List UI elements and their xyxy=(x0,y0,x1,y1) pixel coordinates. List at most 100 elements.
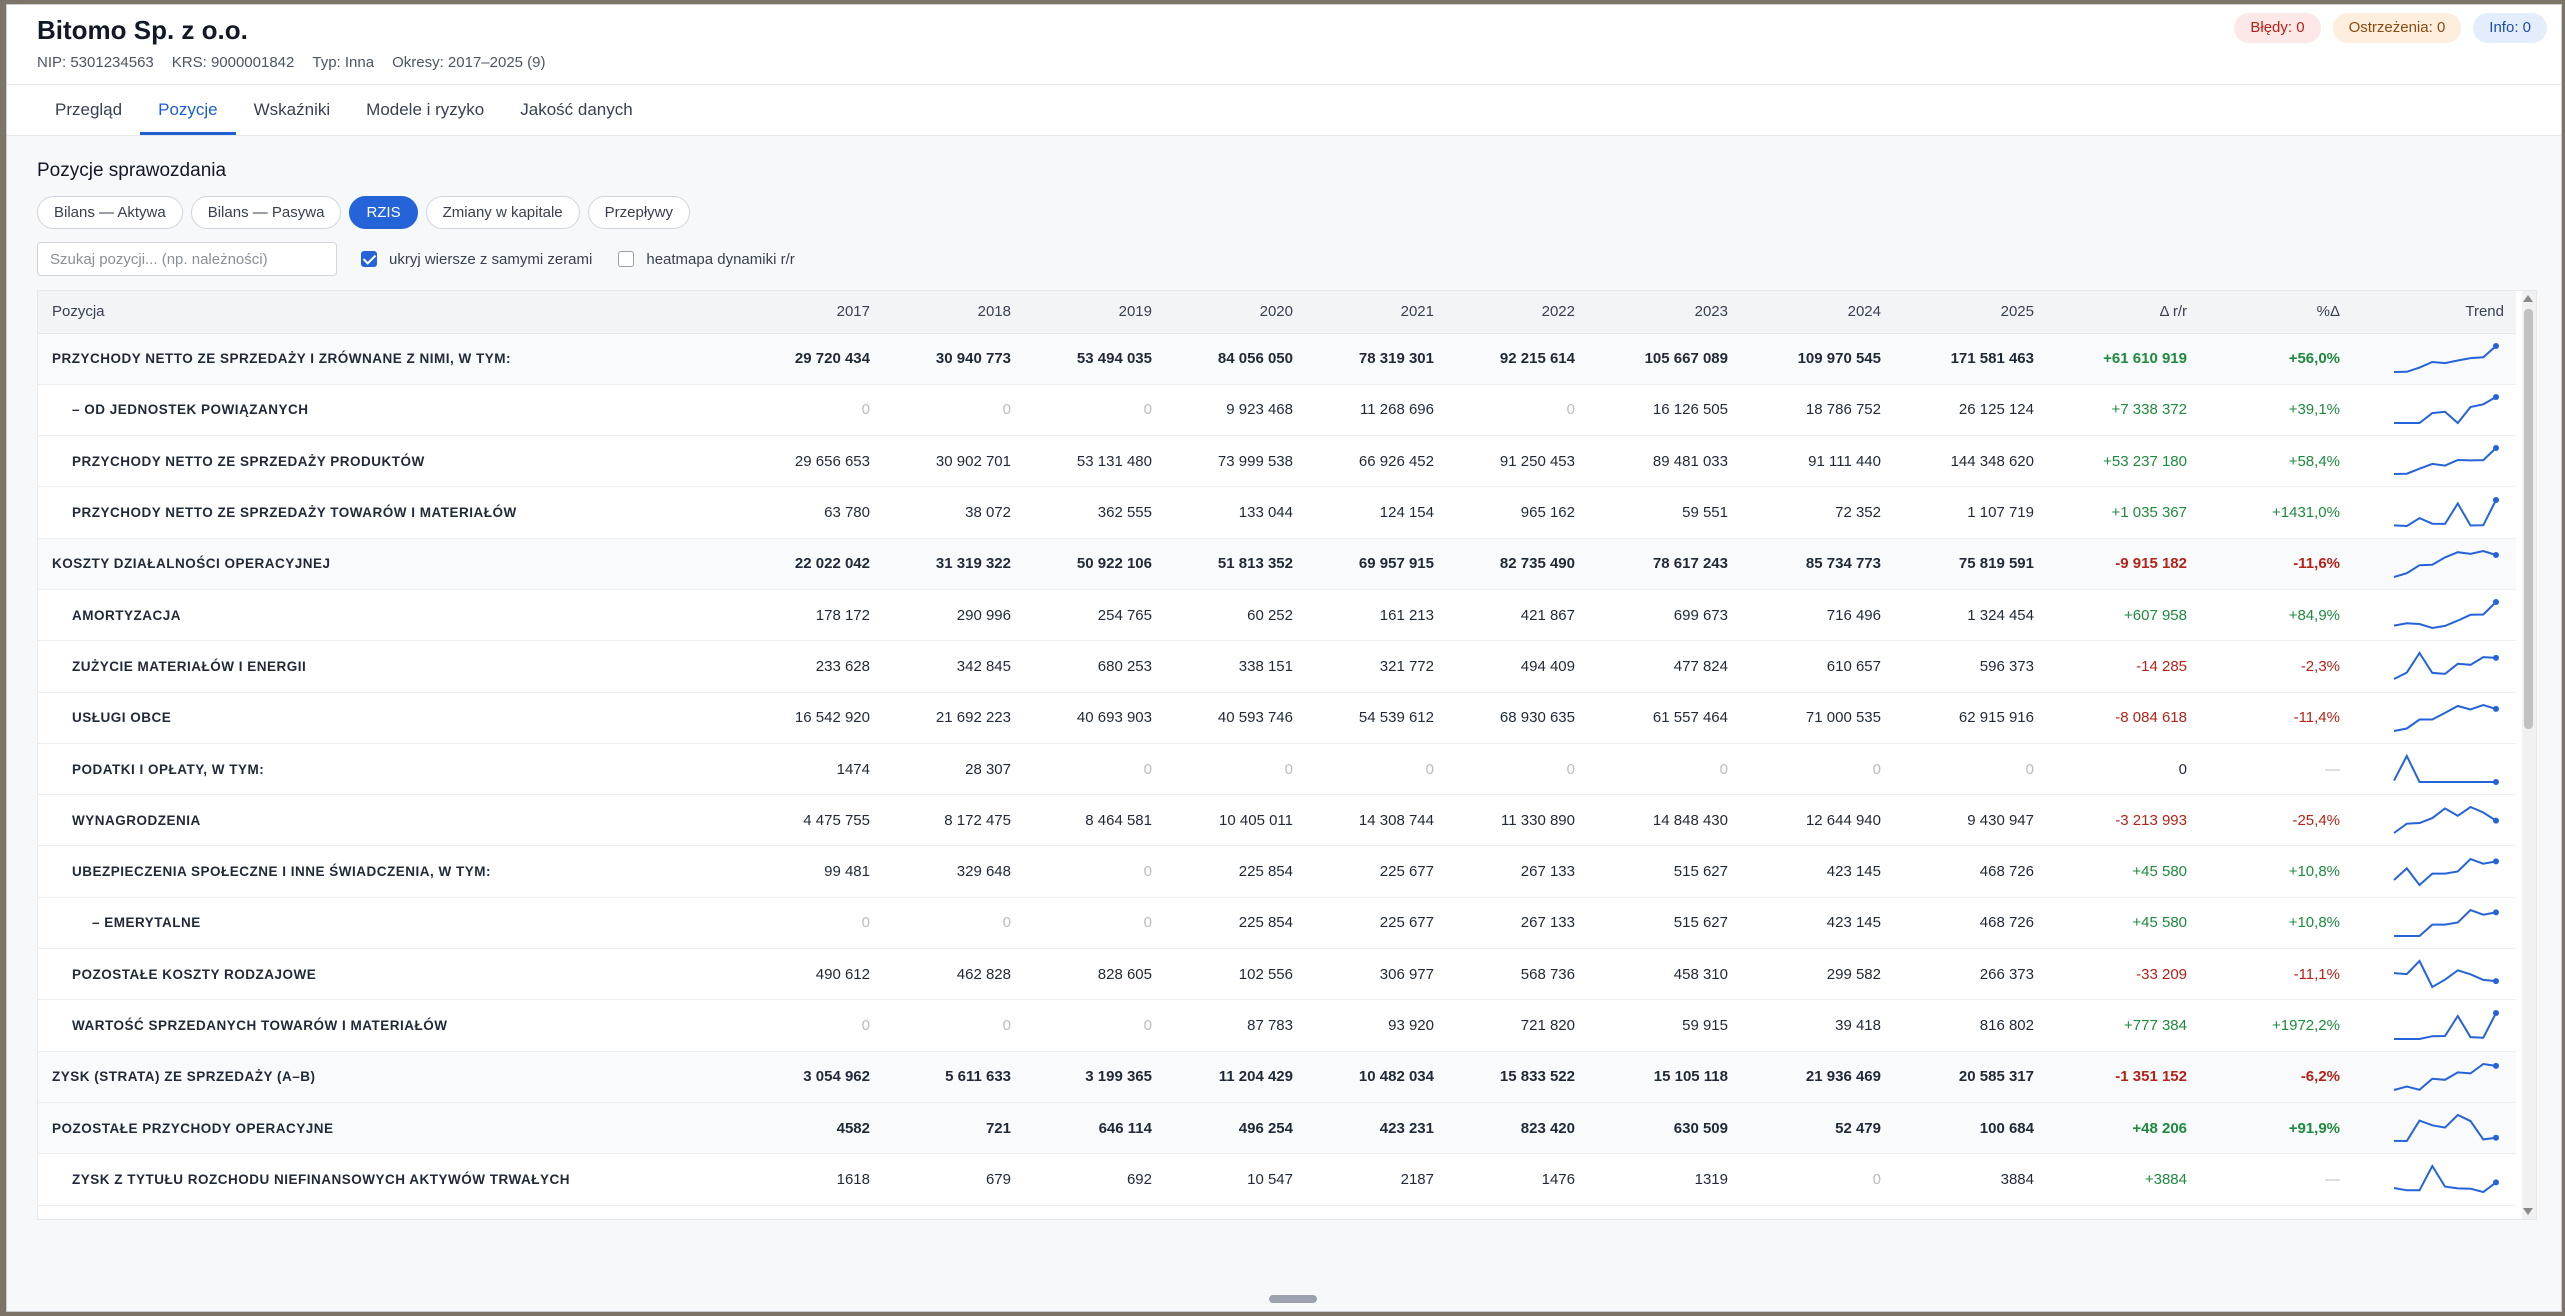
year-value-cell: 89 481 033 xyxy=(1587,435,1740,488)
trend-sparkline xyxy=(2393,496,2499,527)
tab-2[interactable]: Pozycje xyxy=(140,85,236,135)
row-label: AMORTYZACJA xyxy=(38,589,738,642)
trend-last-point xyxy=(2493,779,2499,786)
delta-cell: +45 580 xyxy=(2046,897,2199,950)
column-header[interactable]: 2024 xyxy=(1740,291,1893,334)
tab-4[interactable]: Modele i ryzyko xyxy=(348,85,502,135)
trend-line xyxy=(2393,1164,2497,1194)
positions-table-container: Pozycja 2017 2018 2019 2020 2021 2022 2023 2024 2… xyxy=(37,290,2537,1220)
tab-1[interactable]: Przegląd xyxy=(37,85,140,135)
tab-3[interactable]: Wskaźniki xyxy=(236,85,349,135)
year-value-cell: 679 xyxy=(882,1153,1023,1206)
statement-tab-5[interactable]: Przepływy xyxy=(587,196,691,229)
heatmap-toggle[interactable]: heatmapa dynamiki r/r xyxy=(618,250,795,268)
year-value-cell: 5 611 633 xyxy=(882,1051,1023,1103)
year-value-cell: 63 780 xyxy=(738,486,882,539)
type-label: Typ: Inna xyxy=(312,54,375,71)
column-header[interactable]: 2018 xyxy=(882,291,1023,334)
scroll-down-icon[interactable] xyxy=(2523,1208,2533,1215)
table-row[interactable]: WYNAGRODZENIA 4 475 755 8 172 475 8 464 581… xyxy=(38,794,2516,847)
year-value-cell: 87 783 xyxy=(1164,999,1305,1052)
statement-tab-4[interactable]: Zmiany w kapitale xyxy=(425,196,580,229)
table-row[interactable]: USŁUGI OBCE 16 542 920 21 692 223 40 693 90… xyxy=(38,692,2516,744)
tab-5[interactable]: Jakość danych xyxy=(502,85,650,135)
pct-change-cell: -11,6% xyxy=(2199,538,2352,590)
column-header: Trend xyxy=(2352,291,2516,334)
heatmap-label: heatmapa dynamiki r/r xyxy=(646,250,795,268)
table-row[interactable]: UBEZPIECZENIA SPOŁECZNE I INNE ŚWIADCZEN… xyxy=(38,845,2516,898)
warnings-badge[interactable]: Ostrzeżenia: 0 xyxy=(2332,13,2462,43)
column-header[interactable]: 2025 xyxy=(1893,291,2046,334)
table-row[interactable]: KOSZTY DZIAŁALNOŚCI OPERACYJNEJ 22 022 04… xyxy=(38,538,2516,590)
year-value-cell: 53 494 035 xyxy=(1023,333,1164,385)
column-header[interactable]: 2021 xyxy=(1305,291,1446,334)
year-value-cell: 515 627 xyxy=(1587,897,1740,950)
row-label: PRZYCHODY NETTO ZE SPRZEDAŻY TOWARÓW I M… xyxy=(38,486,738,539)
column-header[interactable]: 2017 xyxy=(738,291,882,334)
trend-line xyxy=(2393,549,2497,578)
year-value-cell: 15 833 522 xyxy=(1446,1051,1587,1103)
year-value-cell: 100 684 xyxy=(1893,1102,2046,1155)
scrollbar-thumb[interactable] xyxy=(2524,309,2533,729)
year-value-cell: 8 172 475 xyxy=(882,794,1023,847)
scroll-up-icon[interactable] xyxy=(2523,295,2533,302)
table-row[interactable]: PODATKI I OPŁATY, W TYM: 1474 28 307 0 0 0 0 0 0… xyxy=(38,743,2516,796)
hide-zero-rows-checkbox[interactable] xyxy=(361,251,377,267)
column-header[interactable]: %Δ xyxy=(2199,291,2352,334)
statement-tab-1[interactable]: Bilans — Aktywa xyxy=(37,196,183,229)
year-value-cell: 72 352 xyxy=(1740,486,1893,539)
year-value-cell: 40 593 746 xyxy=(1164,692,1305,744)
table-row[interactable]: ZYSK (STRATA) ZE SPRZEDAŻY (A–B) 3 054 96… xyxy=(38,1051,2516,1103)
column-header[interactable]: 2022 xyxy=(1446,291,1587,334)
year-value-cell: 329 648 xyxy=(882,845,1023,898)
pct-change-cell: +39,1% xyxy=(2199,384,2352,437)
year-value-cell: 267 133 xyxy=(1446,897,1587,950)
table-row[interactable]: PRZYCHODY NETTO ZE SPRZEDAŻY TOWARÓW I M… xyxy=(38,486,2516,539)
column-header[interactable]: Δ r/r xyxy=(2046,291,2199,334)
table-scrollbar[interactable] xyxy=(2522,291,2536,1219)
pct-change-cell: -6,2% xyxy=(2199,1051,2352,1103)
pct-change-cell: +56,0% xyxy=(2199,333,2352,385)
delta-cell: +777 384 xyxy=(2046,999,2199,1052)
table-row[interactable]: ZUŻYCIE MATERIAŁÓW I ENERGII 233 628 342 8… xyxy=(38,640,2516,693)
hide-zero-rows-toggle[interactable]: ukryj wiersze z samymi zerami xyxy=(361,251,592,268)
table-row[interactable]: PRZYCHODY NETTO ZE SPRZEDAŻY I ZRÓWNANE … xyxy=(38,333,2516,385)
year-value-cell: 8 464 581 xyxy=(1023,794,1164,847)
year-value-cell: 0 xyxy=(882,384,1023,437)
row-label: ZUŻYCIE MATERIAŁÓW I ENERGII xyxy=(38,640,738,693)
row-label: WARTOŚĆ SPRZEDANYCH TOWARÓW I MATERIAŁÓW xyxy=(38,999,738,1052)
errors-badge[interactable]: Błędy: 0 xyxy=(2234,13,2321,43)
trend-last-point xyxy=(2493,817,2499,824)
table-row[interactable]: ZYSK Z TYTUŁU ROZCHODU NIEFINANSOWYCH AK… xyxy=(38,1153,2516,1206)
trend-sparkline xyxy=(2393,1164,2499,1194)
company-header: Bitomo Sp. z o.o. NIP: 5301234563 KRS: 9… xyxy=(7,5,2561,85)
row-label: – EMERYTALNE xyxy=(38,897,738,950)
year-value-cell: 29 656 653 xyxy=(738,435,882,488)
column-header[interactable]: 2019 xyxy=(1023,291,1164,334)
year-value-cell: 75 819 591 xyxy=(1893,538,2046,590)
trend-last-point xyxy=(2493,1062,2499,1069)
table-row[interactable]: WARTOŚĆ SPRZEDANYCH TOWARÓW I MATERIAŁÓW… xyxy=(38,999,2516,1052)
trend-line xyxy=(2393,447,2497,476)
column-header[interactable]: 2020 xyxy=(1164,291,1305,334)
statement-tab-2[interactable]: Bilans — Pasywa xyxy=(190,196,342,229)
heatmap-checkbox[interactable] xyxy=(618,251,635,267)
trend-last-point xyxy=(2493,655,2499,662)
table-row[interactable]: – EMERYTALNE 0 0 0 225 854 225 677 267 133 515 … xyxy=(38,897,2516,950)
row-label: WYNAGRODZENIA xyxy=(38,794,738,847)
info-badge[interactable]: Info: 0 xyxy=(2473,13,2547,43)
search-input[interactable] xyxy=(37,242,337,276)
year-value-cell: 610 657 xyxy=(1740,640,1893,693)
statement-tab-3[interactable]: RZIS xyxy=(349,196,418,229)
table-row[interactable]: AMORTYZACJA 178 172 290 996 254 765 60 252 16… xyxy=(38,589,2516,642)
year-value-cell: 178 172 xyxy=(738,589,882,642)
table-row[interactable]: – OD JEDNOSTEK POWIĄZANYCH 0 0 0 9 923 468 11… xyxy=(38,384,2516,437)
column-header[interactable]: 2023 xyxy=(1587,291,1740,334)
table-row[interactable]: POZOSTAŁE PRZYCHODY OPERACYJNE 4582 721 646… xyxy=(38,1102,2516,1155)
table-row[interactable]: POZOSTAŁE KOSZTY RODZAJOWE 490 612 462 828… xyxy=(38,948,2516,1001)
row-label: PRZYCHODY NETTO ZE SPRZEDAŻY PRODUKTÓW xyxy=(38,435,738,488)
pct-change-cell: +1972,2% xyxy=(2199,999,2352,1052)
resize-handle[interactable] xyxy=(1269,1295,1317,1303)
table-row[interactable]: PRZYCHODY NETTO ZE SPRZEDAŻY PRODUKTÓW 29… xyxy=(38,435,2516,488)
year-value-cell: 2187 xyxy=(1305,1153,1446,1206)
